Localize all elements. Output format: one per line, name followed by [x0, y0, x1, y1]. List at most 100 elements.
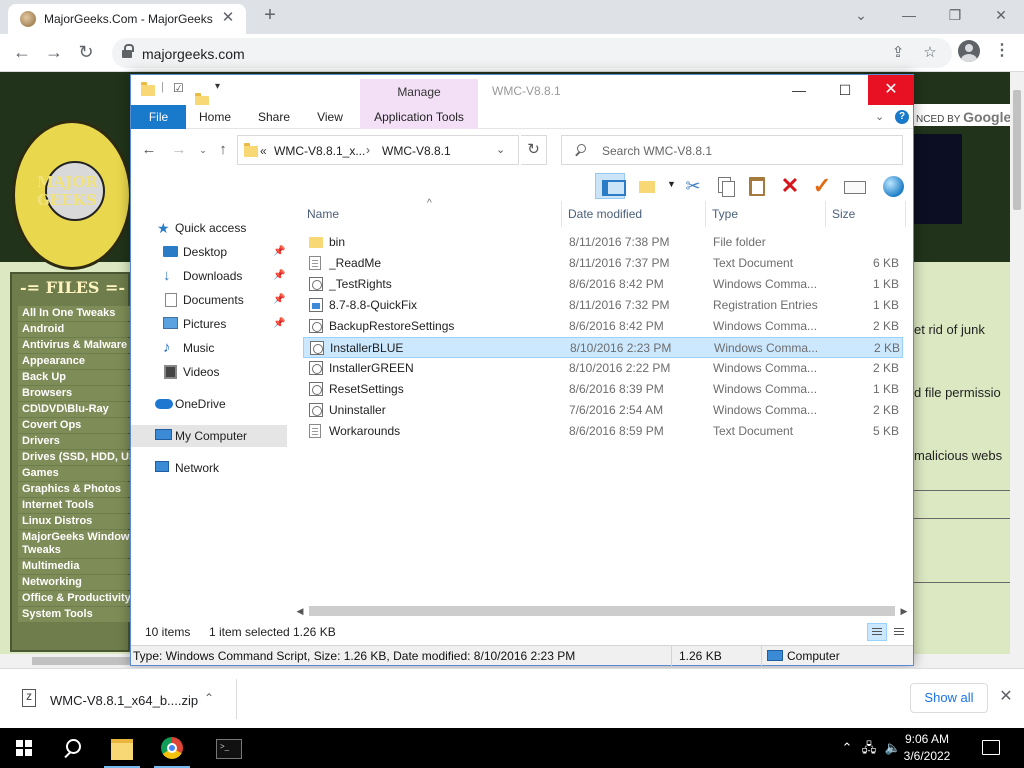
category-link[interactable]: Linux Distros [18, 514, 134, 529]
clock-date[interactable]: 3/6/2022 [900, 749, 954, 763]
browser-tab[interactable]: MajorGeeks.Com - MajorGeeks ✕ [8, 4, 246, 34]
paste-icon[interactable] [743, 173, 771, 199]
address-bar[interactable]: majorgeeks.com ⇪ ☆ [112, 38, 952, 68]
nav-item-desktop[interactable]: Desktop 📌 [131, 241, 287, 263]
bookmark-star-icon[interactable]: ☆ [920, 43, 940, 63]
up-button[interactable]: ↑ [213, 140, 233, 160]
category-link[interactable]: Office & Productivity [18, 591, 134, 606]
close-button[interactable]: ✕ [868, 75, 914, 105]
category-link[interactable]: Covert Ops [18, 418, 134, 433]
category-link[interactable]: Internet Tools [18, 498, 134, 513]
network-icon[interactable]: 🖧 [860, 740, 878, 756]
chrome-menu-icon[interactable]: ⋮ [994, 40, 1010, 62]
large-icons-view-icon[interactable] [889, 623, 909, 641]
nav-item-my-computer[interactable]: My Computer [131, 425, 287, 447]
minimize-button[interactable]: — [776, 75, 822, 105]
forward-button[interactable]: → [169, 140, 189, 160]
refresh-button[interactable]: ↻ [521, 135, 547, 165]
show-all-button[interactable]: Show all [910, 683, 988, 713]
category-link[interactable]: Graphics & Photos [18, 482, 134, 497]
chevron-up-icon[interactable]: ⌃ [838, 740, 856, 756]
close-window-button[interactable]: ✕ [988, 4, 1014, 26]
close-icon[interactable]: ✕ [998, 689, 1014, 705]
pin-icon[interactable]: 📌 [273, 246, 285, 257]
nav-item-onedrive[interactable]: OneDrive [131, 393, 287, 415]
overflow-chevron-icon[interactable]: « [260, 144, 267, 158]
category-link[interactable]: System Tools [18, 607, 134, 622]
details-view-icon[interactable] [867, 623, 887, 641]
layout-pane-icon[interactable] [595, 173, 626, 199]
nav-item-downloads[interactable]: ↓ Downloads 📌 [131, 265, 287, 287]
clock-time[interactable]: 9:06 AM [900, 732, 954, 746]
minimize-button[interactable]: — [896, 4, 922, 26]
article-snippet[interactable]: d file permissio [914, 385, 1001, 400]
share-icon[interactable]: ⇪ [888, 43, 908, 63]
manage-context-tab[interactable]: Manage [360, 79, 478, 105]
notification-icon[interactable] [982, 740, 1000, 755]
profile-avatar-icon[interactable] [958, 40, 980, 62]
scroll-left-icon[interactable]: ◀ [293, 603, 307, 619]
copy-icon[interactable] [711, 173, 739, 199]
back-button[interactable]: ← [139, 140, 159, 160]
category-link[interactable]: Drives (SSD, HDD, USB) [18, 450, 134, 465]
article-snippet[interactable]: malicious webs [914, 448, 1002, 463]
file-row[interactable]: InstallerGREEN 8/10/2016 2:22 PM Windows C… [303, 358, 903, 379]
column-header-size[interactable]: Size [832, 207, 855, 221]
explorer-titlebar[interactable]: | ☑ ▾ Manage WMC-V8.8.1 — ☐ ✕ [131, 75, 914, 107]
column-divider[interactable] [825, 201, 826, 227]
file-explorer-taskbar-icon[interactable] [98, 728, 146, 768]
column-header-type[interactable]: Type [712, 207, 738, 221]
column-header-name[interactable]: Name [307, 207, 339, 221]
pin-icon[interactable]: 📌 [273, 270, 285, 281]
help-icon[interactable]: ? [895, 110, 909, 124]
chevron-right-icon[interactable]: › [366, 143, 370, 157]
nav-item-network[interactable]: Network [131, 457, 287, 479]
back-button[interactable]: ← [10, 41, 34, 65]
category-link[interactable]: Browsers [18, 386, 134, 401]
category-link[interactable]: Games [18, 466, 134, 481]
search-input[interactable]: Search WMC-V8.8.1 [561, 135, 903, 165]
nav-item-music[interactable]: ♪ Music [131, 337, 287, 359]
category-link[interactable]: Antivirus & Malware [18, 338, 134, 353]
address-dropdown-icon[interactable]: ⌄ [496, 143, 505, 156]
chevron-up-icon[interactable]: ⌃ [204, 691, 214, 705]
breadcrumb-item[interactable]: WMC-V8.8.1_x... [274, 144, 365, 158]
scrollbar-thumb[interactable] [309, 606, 895, 616]
tab-file[interactable]: File [131, 105, 186, 129]
tab-home[interactable]: Home [191, 105, 239, 129]
new-tab-button[interactable]: + [258, 4, 282, 28]
restore-button[interactable]: ❐ [942, 4, 968, 26]
category-link[interactable]: Android [18, 322, 134, 337]
search-icon[interactable] [64, 739, 82, 757]
category-link[interactable]: CD\DVD\Blu-Ray [18, 402, 134, 417]
scroll-right-icon[interactable]: ▶ [897, 603, 911, 619]
lock-icon[interactable] [122, 44, 134, 59]
breadcrumb-item[interactable]: WMC-V8.8.1 [382, 144, 451, 158]
delete-icon[interactable]: ✕ [776, 173, 804, 199]
new-item-dropdown-icon[interactable]: ▼ [667, 179, 676, 189]
properties-icon[interactable]: ☑ [173, 81, 184, 95]
tab-share[interactable]: Share [251, 105, 297, 129]
page-vertical-scrollbar[interactable] [1010, 72, 1024, 654]
reload-button[interactable]: ↻ [74, 41, 98, 65]
file-row[interactable]: _TestRights 8/6/2016 8:42 PM Windows Comma… [303, 274, 903, 295]
customize-quick-access-icon[interactable]: ▾ [215, 81, 220, 92]
globe-icon[interactable] [879, 173, 907, 199]
category-link[interactable]: Back Up [18, 370, 134, 385]
checkmark-icon[interactable]: ✓ [808, 173, 836, 199]
file-row[interactable]: ResetSettings 8/6/2016 8:39 PM Windows Com… [303, 379, 903, 400]
column-divider[interactable] [705, 201, 706, 227]
expand-ribbon-icon[interactable]: ⌄ [875, 110, 884, 123]
file-row[interactable]: Uninstaller 7/6/2016 2:54 AM Windows Comma… [303, 400, 903, 421]
file-row[interactable]: Workarounds 8/6/2016 8:59 PM Text Document… [303, 421, 903, 442]
chevron-down-icon[interactable]: ⌄ [848, 4, 874, 26]
column-header-date[interactable]: Date modified [568, 207, 642, 221]
pin-icon[interactable]: 📌 [273, 318, 285, 329]
category-link[interactable]: Appearance [18, 354, 134, 369]
nav-item-documents[interactable]: Documents 📌 [131, 289, 287, 311]
recent-locations-icon[interactable]: ⌄ [193, 140, 213, 160]
file-row[interactable]: BackupRestoreSettings 8/6/2016 8:42 PM Win… [303, 316, 903, 337]
rename-icon[interactable] [840, 173, 868, 199]
category-link[interactable]: Networking [18, 575, 134, 590]
nav-item-videos[interactable]: Videos [131, 361, 287, 383]
